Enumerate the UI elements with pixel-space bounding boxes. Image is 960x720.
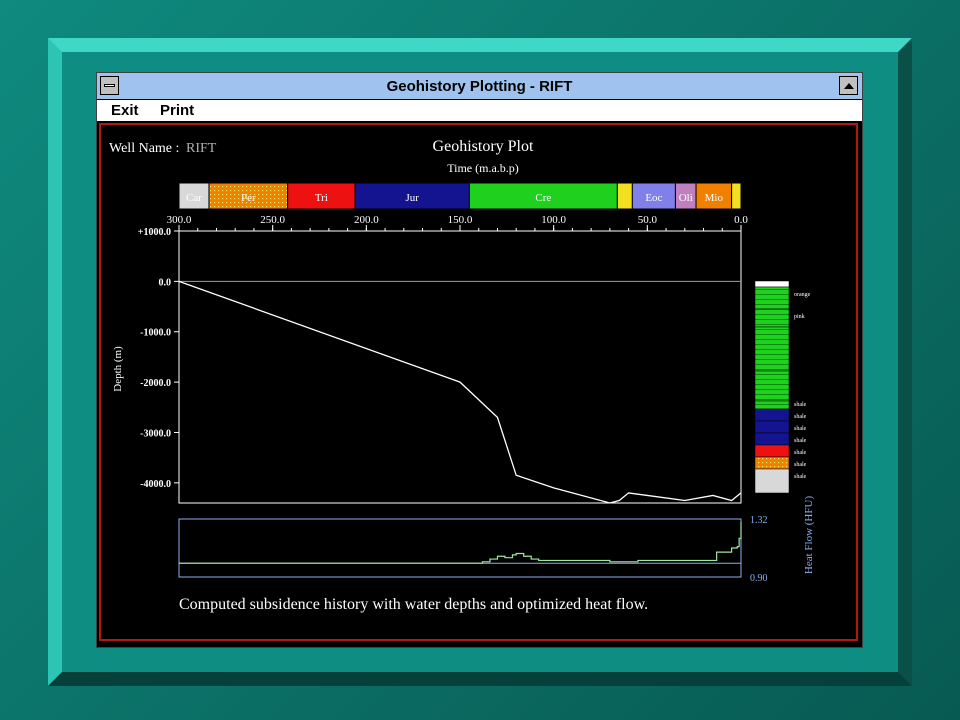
well-name-label: Well Name : xyxy=(109,141,179,156)
y-tick-label: -4000.0 xyxy=(140,479,171,490)
lithology-unit-5 xyxy=(754,370,790,402)
lithology-column: orange pink shale shale shale shale shale shale… xyxy=(754,280,811,494)
x-tick-label: 250.0 xyxy=(260,214,285,226)
lithology-unit-8 xyxy=(754,420,790,434)
title-bar[interactable]: Geohistory Plotting - RIFT xyxy=(97,73,862,100)
lithology-unit-10 xyxy=(754,444,790,458)
period-label: Mio xyxy=(705,192,724,204)
heat-flow-curve xyxy=(179,521,742,564)
period-label: Tri xyxy=(315,192,328,204)
lithology-label: shale xyxy=(794,462,807,468)
period-label: Cre xyxy=(535,192,551,204)
lithology-label: shale xyxy=(794,426,807,432)
lithology-unit-3 xyxy=(754,308,790,328)
lithology-label: shale xyxy=(794,474,807,480)
window-title: Geohistory Plotting - RIFT xyxy=(386,78,573,95)
geohistory-chart: Well Name : RIFT Geohistory Plot Time (m… xyxy=(109,138,815,613)
period-label: Eoc xyxy=(645,192,662,204)
plot-title: Geohistory Plot xyxy=(433,138,534,155)
heat-flow-frame xyxy=(178,518,742,578)
period-block-6 xyxy=(616,182,633,210)
lithology-unit-12 xyxy=(754,468,790,494)
y-tick-label: +1000.0 xyxy=(138,227,171,238)
lithology-unit-6 xyxy=(754,400,790,410)
lithology-unit-1 xyxy=(754,280,790,288)
menu-exit[interactable]: Exit xyxy=(111,102,139,119)
lithology-unit-4 xyxy=(754,326,790,372)
x-tick-label: 100.0 xyxy=(541,214,566,226)
x-tick-label: 300.0 xyxy=(167,214,192,226)
maximize-arrow-icon xyxy=(844,83,854,89)
lithology-unit-2 xyxy=(754,286,790,310)
subsidence-curve xyxy=(178,280,742,504)
x-tick-label: 150.0 xyxy=(448,214,473,226)
geologic-period-bar: Car Per Tri Jur Cre Eoc Oli Mio xyxy=(178,182,742,210)
period-label: Per xyxy=(241,192,256,204)
lithology-unit-11 xyxy=(754,456,790,470)
heat-tick-label: 1.32 xyxy=(750,515,768,526)
lithology-label: orange xyxy=(794,292,811,298)
plot-area: Well Name : RIFT Geohistory Plot Time (m… xyxy=(99,123,858,641)
depth-axis-label: Depth (m) xyxy=(112,346,124,392)
y-tick-label: -1000.0 xyxy=(140,328,171,339)
x-tick-label: 50.0 xyxy=(638,214,658,226)
lithology-label: pink xyxy=(794,314,805,320)
figure-caption: Computed subsidence history with water d… xyxy=(179,596,648,613)
period-label: Jur xyxy=(406,192,420,204)
maximize-button[interactable] xyxy=(839,76,858,95)
app-window: Geohistory Plotting - RIFT Exit Print We… xyxy=(96,72,863,648)
period-label: Car xyxy=(186,192,202,204)
lithology-unit-9 xyxy=(754,432,790,446)
menu-bar: Exit Print xyxy=(97,100,862,122)
x-tick-label: 200.0 xyxy=(354,214,379,226)
lithology-label: shale xyxy=(794,450,807,456)
period-label: Oli xyxy=(679,192,693,204)
y-tick-label: -2000.0 xyxy=(140,378,171,389)
well-name-value: RIFT xyxy=(186,141,217,156)
menu-print[interactable]: Print xyxy=(160,102,194,119)
y-tick-label: -3000.0 xyxy=(140,428,171,439)
period-block-10 xyxy=(731,182,742,210)
heat-tick-label: 0.90 xyxy=(750,573,768,584)
heat-flow-axes: 1.32 0.90 xyxy=(178,515,768,584)
lithology-label: shale xyxy=(794,402,807,408)
y-tick-label: 0.0 xyxy=(159,277,172,288)
time-axis-label: Time (m.a.b.p) xyxy=(447,161,519,175)
depth-plot-frame xyxy=(178,230,742,504)
x-tick-label: 0.0 xyxy=(734,214,748,226)
depth-axes: 300.0 250.0 200.0 150.0 100.0 50.0 0.0 +1000.0 0… xyxy=(138,214,748,504)
lithology-label: shale xyxy=(794,414,807,420)
heat-flow-axis-label: Heat Flow (HFU) xyxy=(803,496,815,575)
lithology-unit-7 xyxy=(754,408,790,422)
lithology-label: shale xyxy=(794,438,807,444)
